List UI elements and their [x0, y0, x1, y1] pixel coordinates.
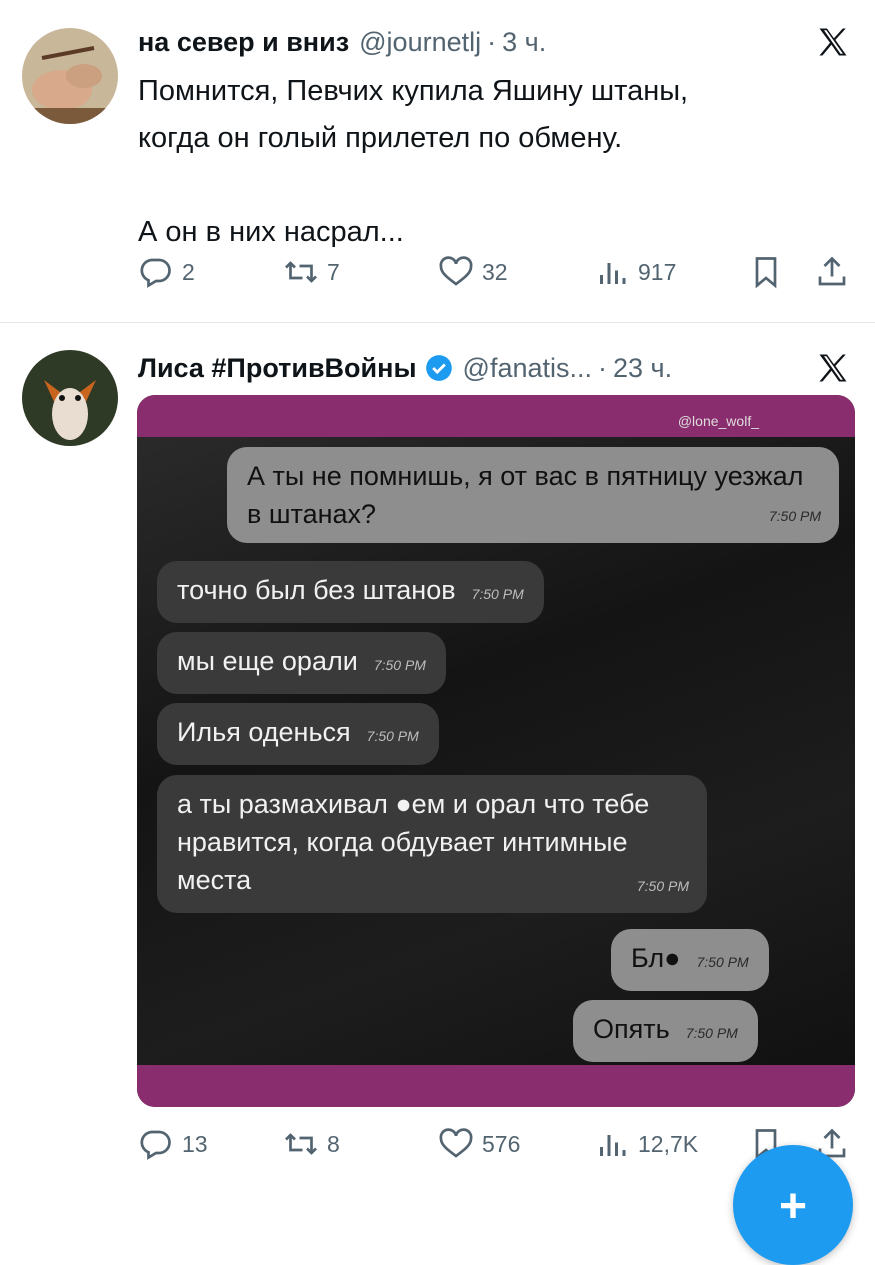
tweet-1[interactable]: на север и вниз @journetlj · 3 ч. Помнит… — [0, 0, 875, 322]
retweet-count: 7 — [327, 258, 340, 285]
message-time: 7:50 PM — [366, 728, 419, 744]
compose-plus-icon: + — [778, 1180, 808, 1233]
tweet-text-line: когда он голый прилетел по обмену. — [138, 122, 623, 154]
separator-dot: · — [487, 26, 497, 57]
separator-dot: · — [598, 352, 607, 383]
reply-count: 2 — [182, 258, 195, 285]
verified-icon — [425, 355, 452, 381]
message-text: а ты размахивал ●ем и орал что тебе нрав… — [177, 789, 650, 895]
bookmark-icon — [755, 257, 777, 289]
share-icon — [818, 256, 846, 286]
message-time: 7:50 PM — [373, 657, 426, 673]
reply-count: 13 — [182, 1130, 208, 1157]
retweet-icon — [285, 1133, 317, 1155]
author-name[interactable]: на север и вниз — [138, 27, 349, 58]
message-text: Опять — [593, 1014, 670, 1044]
reply-button[interactable]: 13 — [138, 1126, 208, 1162]
timestamp[interactable]: 3 ч. — [502, 27, 546, 58]
message-time: 7:50 PM — [768, 508, 821, 524]
timestamp[interactable]: 23 ч. — [613, 353, 672, 384]
reply-icon — [140, 1130, 171, 1160]
tweet-header: на север и вниз @journetlj · 3 ч. — [138, 22, 546, 62]
tweet-text-line — [138, 162, 688, 209]
retweet-button[interactable]: 8 — [283, 1126, 340, 1162]
compose-button[interactable]: + — [733, 1145, 853, 1265]
views-count: 12,7K — [638, 1130, 699, 1157]
like-button[interactable]: 32 — [438, 254, 508, 290]
like-icon — [439, 256, 473, 286]
action-bar: 13 8 576 12,7K — [138, 1126, 858, 1166]
like-count: 576 — [482, 1130, 521, 1157]
chat-message: Бл● 7:50 PM — [611, 929, 769, 991]
message-text: мы еще орали — [177, 646, 358, 676]
chat-message: точно был без штанов 7:50 PM — [157, 561, 544, 623]
author-handle[interactable]: @fanatis... — [463, 353, 592, 384]
message-time: 7:50 PM — [696, 954, 749, 970]
avatar[interactable] — [22, 28, 118, 124]
share-button[interactable] — [814, 254, 858, 290]
tweet-text: Помнится, Певчих купила Яшину штаны, ког… — [138, 68, 688, 256]
like-button[interactable]: 576 — [438, 1126, 520, 1162]
like-count: 32 — [482, 258, 508, 285]
message-text: А ты не помнишь, я от вас в пятницу уезж… — [247, 461, 804, 529]
reply-icon — [140, 258, 171, 288]
chat-message: а ты размахивал ●ем и орал что тебе нрав… — [157, 775, 707, 913]
tweet-text-line: Помнится, Певчих купила Яшину штаны, — [138, 75, 689, 107]
retweet-button[interactable]: 7 — [283, 254, 340, 290]
watermark: @lone_wolf_ — [677, 413, 759, 429]
avatar[interactable] — [22, 350, 118, 446]
views-button[interactable]: 12,7K — [594, 1126, 698, 1162]
retweet-icon — [285, 261, 317, 283]
bookmark-button[interactable] — [748, 254, 792, 290]
chat-message: А ты не помнишь, я от вас в пятницу уезж… — [227, 447, 839, 543]
author-name[interactable]: Лиса #ПротивВойны — [138, 353, 417, 384]
reply-button[interactable]: 2 — [138, 254, 195, 290]
tweet-media-image[interactable]: @lone_wolf_ А ты не помнишь, я от вас в … — [137, 395, 855, 1107]
tweet-text-line: А он в них насрал... — [138, 216, 404, 248]
views-button[interactable]: 917 — [594, 254, 676, 290]
pattern-band-bottom — [137, 1065, 855, 1107]
views-icon — [600, 1135, 626, 1156]
chat-message: мы еще орали 7:50 PM — [157, 632, 446, 694]
message-time: 7:50 PM — [471, 586, 524, 602]
retweet-count: 8 — [327, 1130, 340, 1157]
views-count: 917 — [638, 258, 677, 285]
chat-message: Илья оденься 7:50 PM — [157, 703, 439, 765]
message-time: 7:50 PM — [636, 878, 689, 894]
message-text: точно был без штанов — [177, 575, 456, 605]
action-bar: 2 7 32 917 — [138, 254, 858, 294]
like-icon — [439, 1128, 473, 1158]
chat-message: Опять 7:50 PM — [573, 1000, 758, 1062]
x-logo-icon — [819, 354, 847, 382]
x-logo-icon — [819, 28, 847, 56]
message-time: 7:50 PM — [685, 1025, 738, 1041]
message-text: Бл● — [631, 943, 681, 973]
tweet-header: Лиса #ПротивВойны @fanatis... · 23 ч. — [138, 348, 672, 388]
author-handle[interactable]: @journetlj — [359, 27, 481, 58]
views-icon — [600, 263, 626, 284]
message-text: Илья оденься — [177, 717, 351, 747]
